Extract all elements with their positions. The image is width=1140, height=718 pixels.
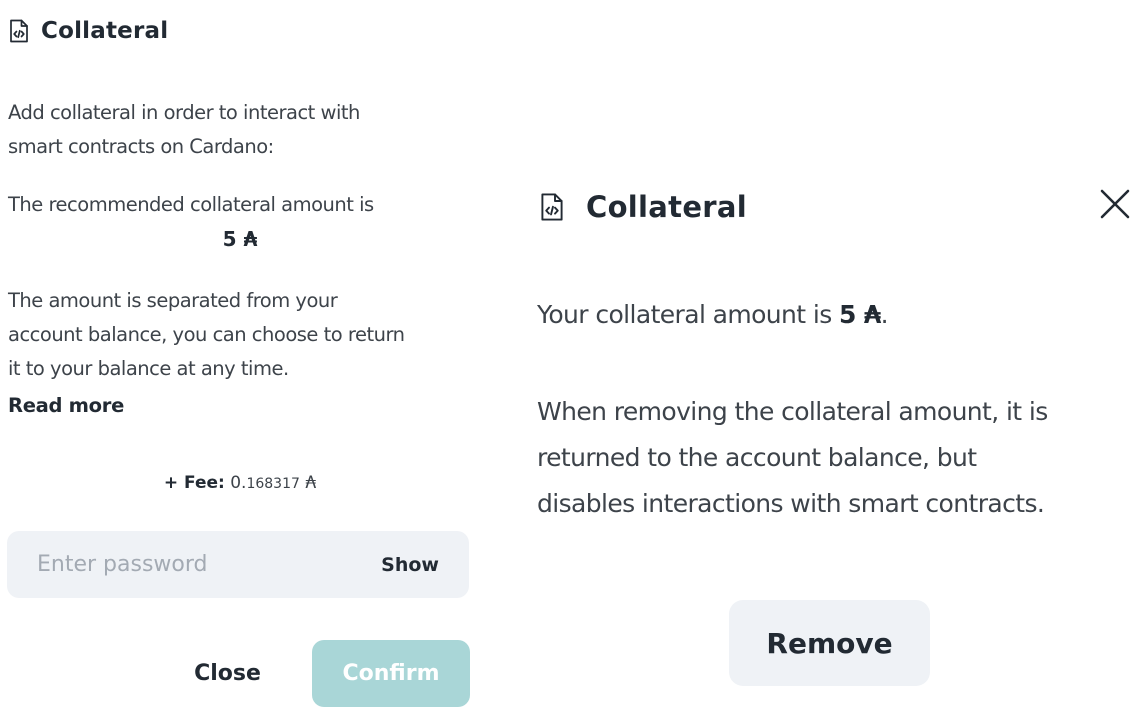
password-field[interactable]: Show [7, 531, 469, 598]
fee-display: + Fee: 0.168317 ₳ [0, 473, 480, 493]
collateral-screens: Collateral Add collateral in order to in… [0, 0, 1140, 718]
separated-line: account balance, you can choose to retur… [8, 323, 405, 346]
amount-suffix: . [880, 300, 889, 329]
intro-line: Add collateral in order to interact with [8, 101, 360, 124]
password-input[interactable] [37, 552, 337, 577]
recommended-text: The recommended collateral amount is [8, 193, 374, 216]
intro-text: Add collateral in order to interact with… [8, 96, 478, 164]
removal-line: returned to the account balance, but [537, 443, 977, 472]
left-page-title: Collateral [41, 18, 169, 44]
show-password-button[interactable]: Show [381, 554, 439, 576]
fee-decimal: 168317 [246, 476, 300, 492]
ada-symbol: ₳ [305, 473, 317, 493]
right-title-row: Collateral [540, 190, 747, 224]
removal-info-text: When removing the collateral amount, it … [537, 389, 1137, 527]
removal-line: disables interactions with smart contrac… [537, 489, 1045, 518]
confirm-button[interactable]: Confirm [312, 640, 470, 707]
add-collateral-panel: Collateral Add collateral in order to in… [0, 0, 480, 718]
separated-text: The amount is separated from your accoun… [8, 284, 478, 386]
close-button[interactable]: Close [150, 640, 305, 706]
document-code-icon [540, 192, 564, 222]
close-icon[interactable] [1098, 187, 1132, 221]
removal-line: When removing the collateral amount, it … [537, 397, 1048, 426]
read-more-link[interactable]: Read more [8, 394, 124, 417]
right-page-title: Collateral [586, 190, 747, 224]
document-code-icon [9, 19, 29, 43]
collateral-amount: 5 ₳ [838, 300, 881, 329]
recommended-amount: 5 ₳ [222, 227, 258, 251]
remove-button[interactable]: Remove [729, 600, 930, 686]
collateral-amount-text: Your collateral amount is 5 ₳. [537, 300, 1137, 329]
separated-line: it to your balance at any time. [8, 357, 289, 380]
fee-integer: 0. [230, 473, 247, 493]
intro-line: smart contracts on Cardano: [8, 135, 274, 158]
left-title-row: Collateral [9, 18, 168, 44]
amount-prefix: Your collateral amount is [537, 300, 839, 329]
separated-line: The amount is separated from your [8, 289, 338, 312]
fee-label: + Fee: [163, 473, 225, 493]
